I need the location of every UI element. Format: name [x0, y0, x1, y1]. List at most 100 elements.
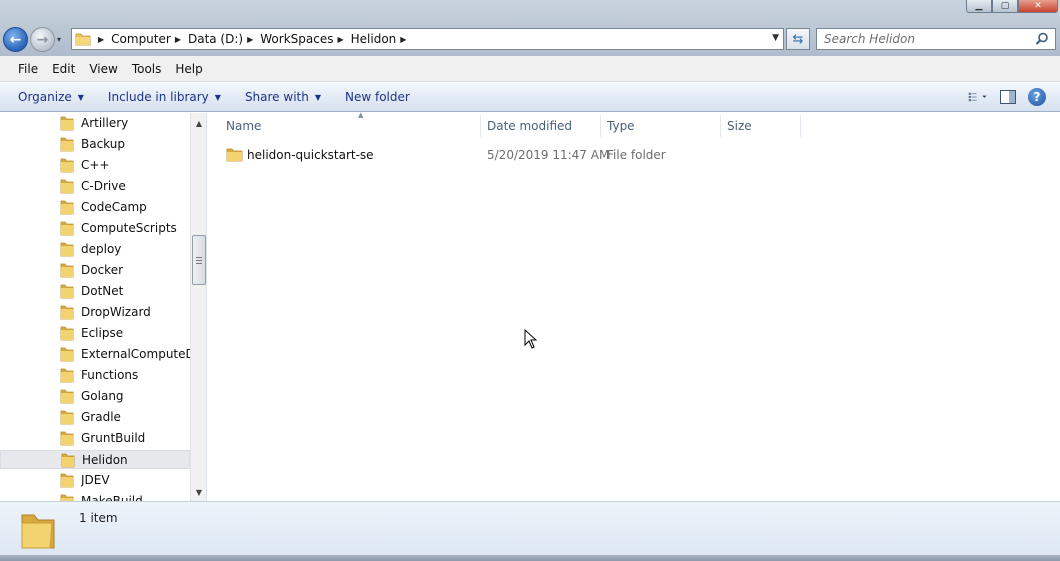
tree-item-label: JDEV: [81, 473, 110, 487]
breadcrumb-separator[interactable]: ▶: [337, 35, 343, 44]
tree-item-docker[interactable]: Docker: [0, 261, 190, 280]
breadcrumb-separator[interactable]: ▶: [400, 35, 406, 44]
window-controls: ▁ ▢ ✕: [966, 0, 1058, 13]
include-in-library-label: Include in library: [107, 90, 209, 104]
preview-pane-button[interactable]: [998, 87, 1018, 107]
breadcrumb-label: Helidon: [350, 32, 397, 46]
folder-icon: [61, 453, 75, 471]
column-header-name[interactable]: Name ▲: [220, 111, 480, 139]
scroll-down-button[interactable]: ▼: [191, 484, 206, 500]
tree-item-label: MakeBuild: [81, 494, 143, 501]
organize-button[interactable]: Organize ▼: [11, 87, 91, 107]
change-view-button[interactable]: [968, 87, 988, 107]
folder-icon: [72, 29, 94, 49]
breadcrumb-separator[interactable]: ▶: [247, 35, 253, 44]
tree-item-c-drive[interactable]: C-Drive: [0, 177, 190, 196]
menu-tools[interactable]: Tools: [126, 60, 168, 78]
back-button[interactable]: ←: [3, 27, 28, 52]
menu-view[interactable]: View: [83, 60, 123, 78]
column-divider[interactable]: [800, 115, 801, 137]
share-with-button[interactable]: Share with ▼: [238, 87, 328, 107]
tree-item-makebuild[interactable]: MakeBuild: [0, 492, 190, 501]
column-header-type[interactable]: Type: [601, 113, 721, 139]
maximize-button[interactable]: ▢: [992, 0, 1018, 13]
forward-arrow-icon: →: [36, 31, 49, 48]
minimize-button[interactable]: ▁: [966, 0, 992, 13]
folder-icon: [18, 507, 58, 554]
folder-icon: [60, 179, 74, 197]
tree-item-gradle[interactable]: Gradle: [0, 408, 190, 427]
forward-button[interactable]: →: [30, 27, 55, 52]
tree-item-artillery[interactable]: Artillery: [0, 114, 190, 133]
breadcrumb-separator[interactable]: ▶: [98, 35, 104, 44]
breadcrumb-label: Data (D:): [187, 32, 244, 46]
column-header-size[interactable]: Size: [721, 113, 801, 139]
menu-file[interactable]: File: [12, 60, 44, 78]
tree-item-label: DotNet: [81, 284, 124, 298]
file-name: helidon-quickstart-se: [247, 148, 374, 162]
refresh-button[interactable]: ⇆: [786, 28, 810, 50]
refresh-icon: ⇆: [792, 31, 804, 47]
tree-item-c-[interactable]: C++: [0, 156, 190, 175]
new-folder-button[interactable]: New folder: [338, 87, 417, 107]
tree-item-externalcomputedem[interactable]: ExternalComputeDem: [0, 345, 190, 364]
breadcrumb-helidon[interactable]: Helidon: [351, 29, 397, 49]
tree-item-dotnet[interactable]: DotNet: [0, 282, 190, 301]
help-icon: ?: [1033, 90, 1041, 104]
column-header-date-modified[interactable]: Date modified: [481, 113, 601, 139]
breadcrumb-separator[interactable]: ▶: [175, 35, 181, 44]
file-row[interactable]: helidon-quickstart-se: [226, 145, 426, 165]
close-button[interactable]: ✕: [1018, 0, 1058, 13]
mouse-pointer-icon: [524, 328, 538, 352]
breadcrumb-workspaces[interactable]: WorkSpaces: [260, 29, 333, 49]
folder-icon: [226, 147, 243, 165]
file-date-modified: 5/20/2019 11:47 AM: [487, 148, 610, 162]
search-input[interactable]: Search Helidon: [824, 32, 915, 46]
tree-item-label: Eclipse: [81, 326, 124, 340]
tree-item-label: C++: [81, 158, 110, 172]
search-icon[interactable]: [1035, 32, 1049, 49]
address-dropdown-icon[interactable]: ▼: [772, 33, 779, 43]
scroll-up-button[interactable]: ▲: [191, 115, 206, 131]
tree-item-gruntbuild[interactable]: GruntBuild: [0, 429, 190, 448]
folder-icon: [60, 263, 74, 281]
search-box[interactable]: Search Helidon: [816, 28, 1056, 50]
tree-item-dropwizard[interactable]: DropWizard: [0, 303, 190, 322]
tree-item-label: Artillery: [81, 116, 129, 130]
tree-item-eclipse[interactable]: Eclipse: [0, 324, 190, 343]
tree-item-jdev[interactable]: JDEV: [0, 471, 190, 490]
recent-pages-dropdown[interactable]: ▾: [57, 35, 61, 44]
tree-item-backup[interactable]: Backup: [0, 135, 190, 154]
tree-item-golang[interactable]: Golang: [0, 387, 190, 406]
folder-icon: [60, 242, 74, 260]
tree-item-label: C-Drive: [81, 179, 126, 193]
organize-label: Organize: [18, 90, 72, 104]
tree-item-label: Golang: [81, 389, 124, 403]
tree-item-computescripts[interactable]: ComputeScripts: [0, 219, 190, 238]
tree-item-label: CodeCamp: [81, 200, 147, 214]
folder-icon: [60, 305, 74, 323]
tree-item-deploy[interactable]: deploy: [0, 240, 190, 259]
breadcrumb-computer[interactable]: Computer: [111, 29, 171, 49]
help-button[interactable]: ?: [1028, 88, 1046, 106]
nav-scrollbar[interactable]: ▲ ▼: [190, 113, 206, 501]
window-border: [0, 555, 1060, 561]
tree-item-functions[interactable]: Functions: [0, 366, 190, 385]
menu-help[interactable]: Help: [169, 60, 208, 78]
grip-icon: [196, 256, 202, 264]
column-date-label: Date modified: [487, 119, 573, 133]
scroll-thumb[interactable]: [192, 235, 206, 285]
tree-item-codecamp[interactable]: CodeCamp: [0, 198, 190, 217]
column-name-label: Name: [226, 119, 262, 133]
menu-edit[interactable]: Edit: [46, 60, 81, 78]
folder-icon: [60, 326, 74, 344]
address-bar[interactable]: ▶ Computer ▶ Data (D:) ▶ WorkSpaces ▶ He…: [71, 28, 784, 50]
breadcrumb-data-drive[interactable]: Data (D:): [188, 29, 243, 49]
tree-item-label: Functions: [81, 368, 139, 382]
folder-icon: [60, 368, 74, 386]
folder-icon: [60, 158, 74, 176]
share-with-label: Share with: [244, 90, 309, 104]
include-in-library-button[interactable]: Include in library ▼: [101, 87, 228, 107]
folder-icon: [60, 200, 74, 218]
tree-item-helidon[interactable]: Helidon: [0, 450, 190, 469]
